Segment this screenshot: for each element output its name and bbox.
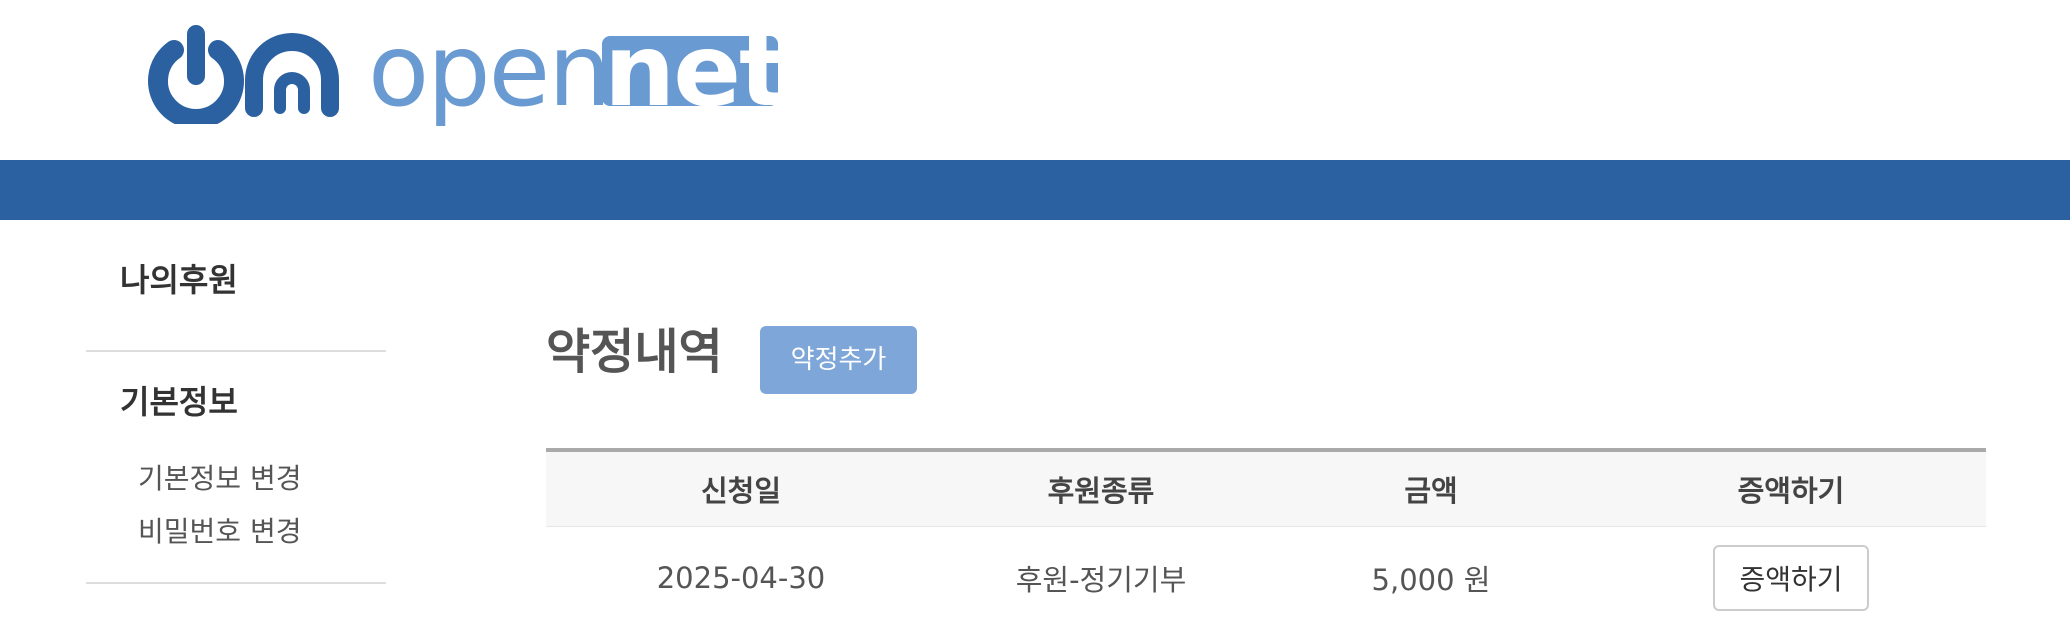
sidebar-item-change-password[interactable]: 비밀번호 변경 xyxy=(86,505,386,558)
add-pledge-button[interactable]: 약정추가 xyxy=(760,326,917,394)
sidebar-item-my-donation[interactable]: 나의후원 xyxy=(86,250,386,352)
table-row: 2025-04-30 후원-정기기부 5,000 원 증액하기 xyxy=(546,527,1986,629)
cell-type: 후원-정기기부 xyxy=(936,527,1266,629)
logo-text-net: net xyxy=(604,16,785,126)
sidebar-submenu: 기본정보 변경 비밀번호 변경 xyxy=(86,432,386,584)
header-date: 신청일 xyxy=(546,450,936,527)
increase-button[interactable]: 증액하기 xyxy=(1713,545,1869,611)
logo-text-open: open xyxy=(368,16,610,126)
opennet-logo[interactable]: open net xyxy=(146,24,786,124)
header-increase: 증액하기 xyxy=(1596,450,1986,527)
power-icon xyxy=(146,24,346,124)
sidebar: 나의후원 기본정보 기본정보 변경 비밀번호 변경 xyxy=(86,250,386,584)
nav-bar xyxy=(0,160,2070,220)
header-amount: 금액 xyxy=(1266,450,1596,527)
cell-date: 2025-04-30 xyxy=(546,527,936,629)
cell-action: 증액하기 xyxy=(1596,527,1986,629)
header: open net xyxy=(0,0,2070,160)
header-type: 후원종류 xyxy=(936,450,1266,527)
page-title: 약정내역 xyxy=(546,322,723,382)
pledge-table: 신청일 후원종류 금액 증액하기 2025-04-30 후원-정기기부 5,00… xyxy=(546,448,1986,629)
sidebar-item-change-info[interactable]: 기본정보 변경 xyxy=(86,452,386,505)
sidebar-item-basic-info[interactable]: 기본정보 xyxy=(86,352,386,432)
cell-amount: 5,000 원 xyxy=(1266,527,1596,629)
table-header-row: 신청일 후원종류 금액 증액하기 xyxy=(546,450,1986,527)
